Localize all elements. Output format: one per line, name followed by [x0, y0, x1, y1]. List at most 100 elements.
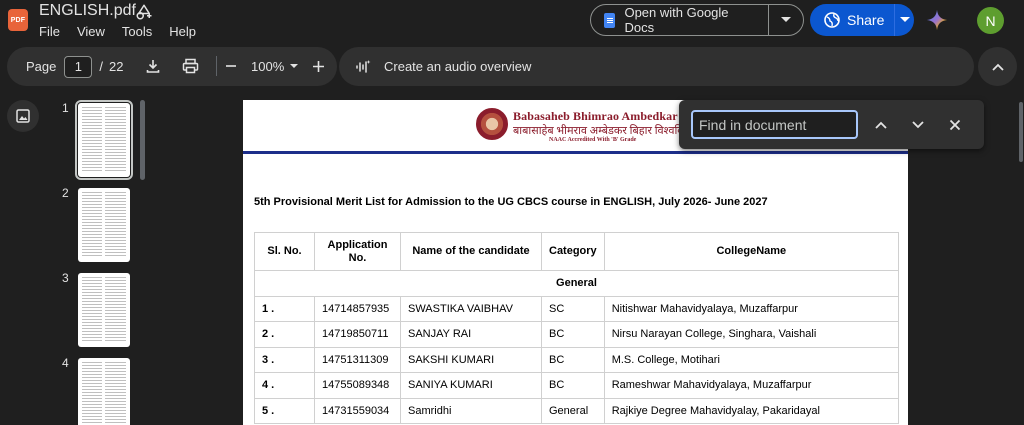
find-close-button[interactable]: [943, 113, 967, 137]
document-scrollbar[interactable]: [1017, 100, 1024, 425]
merit-table: Sl. No. Application No. Name of the cand…: [254, 232, 900, 424]
toolbar-divider: [216, 56, 217, 76]
chevron-down-icon: [899, 17, 910, 22]
menu-file[interactable]: File: [39, 24, 60, 39]
total-pages: 22: [109, 59, 124, 74]
column-header: Sl. No.: [254, 232, 315, 271]
cell-sl-no: 5 .: [254, 397, 315, 424]
thumbnail-page-1[interactable]: [75, 100, 133, 180]
merit-list-title: 5th Provisional Merit List for Admission…: [254, 196, 768, 208]
menu-bar: File View Tools Help: [39, 24, 196, 39]
table-group-row: General: [254, 270, 899, 297]
table-row: 4 . 14755089348 SANIYA KUMARI BC Rameshw…: [254, 372, 900, 399]
cell-application-no: 14751311309: [314, 346, 401, 373]
chevron-up-icon: [991, 63, 1004, 71]
zoom-dropdown-button[interactable]: [283, 55, 305, 77]
open-with-dropdown-button[interactable]: [769, 5, 803, 35]
open-with-group: Open with Google Docs: [590, 4, 804, 36]
audio-overview-button[interactable]: Create an audio overview: [339, 47, 974, 86]
scrollbar-thumb[interactable]: [1019, 102, 1023, 162]
zoom-out-icon: [226, 65, 236, 67]
cell-candidate-name: SWASTIKA VAIBHAV: [400, 295, 542, 322]
table-header-row: Sl. No. Application No. Name of the cand…: [254, 232, 900, 271]
cell-application-no: 14731559034: [314, 397, 401, 424]
share-group: Share: [810, 4, 914, 36]
cell-category: BC: [541, 372, 605, 399]
thumbnail-scrollbar[interactable]: [140, 100, 145, 180]
close-icon: [949, 119, 961, 131]
thumbnail-page-4[interactable]: [78, 358, 130, 425]
table-row: 2 . 14719850711 SANJAY RAI BC Nirsu Nara…: [254, 321, 900, 348]
zoom-out-button[interactable]: [220, 55, 242, 77]
share-dropdown-button[interactable]: [895, 4, 914, 36]
chevron-up-icon: [875, 121, 887, 129]
globe-icon: [824, 12, 840, 28]
cell-sl-no: 3 .: [254, 346, 315, 373]
column-header: Application No.: [314, 232, 401, 271]
column-header: Name of the candidate: [400, 232, 542, 271]
cell-college-name: Rajkiye Degree Mahavidyalay, Pakaridayal: [603, 397, 900, 424]
open-with-label: Open with Google Docs: [624, 5, 729, 35]
top-bar: PDF ENGLISH.pdf File View Tools Help Ope…: [0, 0, 1024, 44]
cell-college-name: Rameshwar Mahavidyalaya, Muzaffarpur: [603, 372, 900, 399]
audio-overview-label: Create an audio overview: [384, 59, 532, 74]
thumbnail-page-3[interactable]: [78, 273, 130, 347]
group-label: General: [254, 270, 899, 297]
add-shortcut-icon[interactable]: [135, 3, 153, 21]
find-input[interactable]: [691, 110, 858, 139]
pdf-file-icon: PDF: [8, 9, 28, 31]
audio-wave-icon: [355, 59, 371, 75]
chevron-down-icon: [780, 17, 791, 22]
document-title[interactable]: ENGLISH.pdf: [39, 2, 136, 20]
open-with-docs-button[interactable]: Open with Google Docs: [591, 5, 769, 35]
chevron-down-icon: [290, 63, 298, 68]
pdf-viewer: PDF ENGLISH.pdf File View Tools Help Ope…: [0, 0, 1024, 425]
download-icon: [146, 60, 160, 73]
gemini-icon[interactable]: [926, 9, 948, 31]
table-row: 3 . 14751311309 SAKSHI KUMARI BC M.S. Co…: [254, 346, 900, 373]
cell-application-no: 14755089348: [314, 372, 401, 399]
find-previous-button[interactable]: [869, 113, 893, 137]
image-icon: [16, 109, 30, 123]
docs-icon: [604, 12, 616, 28]
thumbnail-number: 3: [62, 271, 69, 285]
cell-candidate-name: Samridhi: [400, 397, 542, 424]
collapse-toolbar-button[interactable]: [978, 47, 1017, 86]
cell-college-name: Nirsu Narayan College, Singhara, Vaishal…: [603, 321, 900, 348]
download-button[interactable]: [142, 55, 164, 77]
find-next-button[interactable]: [906, 113, 930, 137]
chevron-down-icon: [912, 121, 924, 129]
share-button[interactable]: Share: [810, 4, 896, 36]
thumbnails-toggle-button[interactable]: [7, 100, 39, 132]
cell-category: BC: [541, 346, 605, 373]
table-row: 5 . 14731559034 Samridhi General Rajkiye…: [254, 397, 900, 424]
column-header: CollegeName: [603, 232, 900, 271]
cell-sl-no: 4 .: [254, 372, 315, 399]
menu-view[interactable]: View: [77, 24, 105, 39]
thumbnail-page-2[interactable]: [78, 188, 130, 262]
table-row: 1 . 14714857935 SWASTIKA VAIBHAV SC Niti…: [254, 295, 900, 322]
cell-category: BC: [541, 321, 605, 348]
cell-application-no: 14719850711: [314, 321, 401, 348]
menu-tools[interactable]: Tools: [122, 24, 152, 39]
zoom-in-button[interactable]: [307, 55, 329, 77]
university-name-hindi: बाबासाहेब भीमराव अम्बेडकर बिहार विश्वविद…: [513, 125, 708, 137]
find-bar: [679, 100, 984, 149]
page-label: Page: [26, 59, 57, 74]
print-button[interactable]: [179, 55, 201, 77]
naac-accreditation: NAAC Accredited With 'B' Grade: [549, 137, 637, 143]
university-seal: [476, 108, 508, 140]
share-label: Share: [847, 12, 885, 28]
cell-candidate-name: SANIYA KUMARI: [400, 372, 542, 399]
cell-candidate-name: SAKSHI KUMARI: [400, 346, 542, 373]
page-separator: /: [99, 59, 103, 74]
page-number-input[interactable]: 1: [64, 55, 93, 78]
cell-candidate-name: SANJAY RAI: [400, 321, 542, 348]
account-avatar[interactable]: N: [977, 7, 1004, 34]
menu-help[interactable]: Help: [169, 24, 196, 39]
thumbnail-number: 2: [62, 186, 69, 200]
cell-sl-no: 2 .: [254, 321, 315, 348]
zoom-level[interactable]: 100%: [251, 59, 284, 74]
cell-category: SC: [541, 295, 605, 322]
print-icon: [182, 58, 198, 74]
